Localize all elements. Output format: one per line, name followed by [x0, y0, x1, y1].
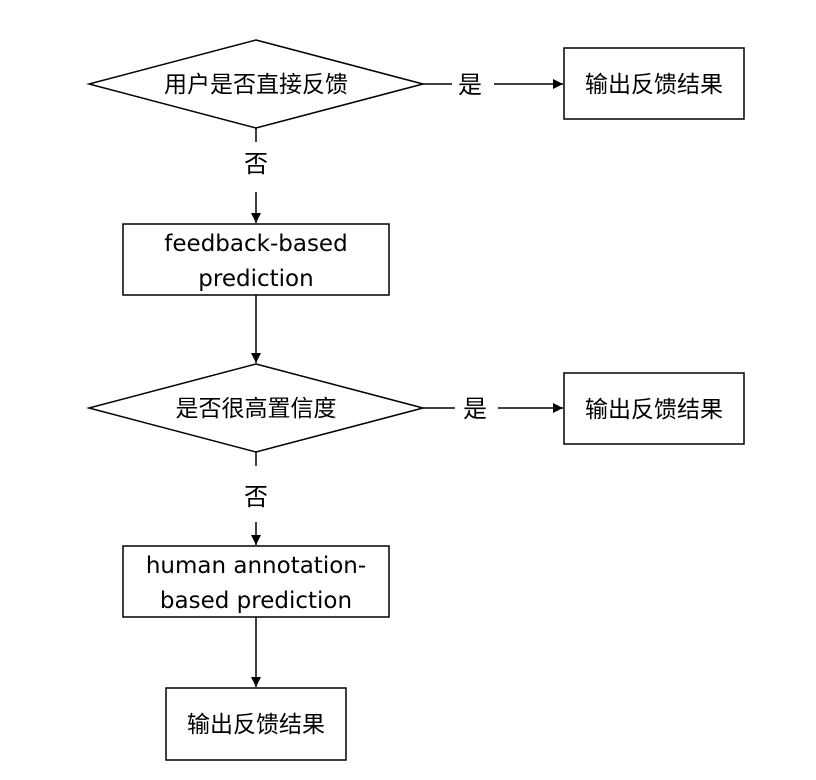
yes-label: 是	[458, 71, 482, 99]
feedback-based-prediction-box: feedback-based prediction	[122, 223, 390, 296]
flowchart-diagram: 用户是否直接反馈 是 输出反馈结果 否 feedback-based predi…	[86, 39, 745, 761]
decision-label: 是否很高置信度	[176, 396, 337, 422]
output-result-box: 输出反馈结果	[563, 372, 745, 445]
process-label-line-1: feedback-based	[164, 231, 347, 257]
process-label-line-2: based prediction	[160, 588, 352, 614]
decision-direct-feedback: 用户是否直接反馈	[86, 39, 426, 129]
output-result-box: 输出反馈结果	[165, 687, 347, 761]
process-label-line-2: prediction	[198, 266, 313, 292]
human-annotation-prediction-box: human annotation- based prediction	[122, 545, 390, 618]
output-result-box: 输出反馈结果	[563, 47, 745, 120]
output-label: 输出反馈结果	[585, 72, 723, 98]
output-label: 输出反馈结果	[585, 397, 723, 423]
no-label: 否	[244, 483, 268, 511]
decision-label: 用户是否直接反馈	[164, 72, 348, 98]
process-label-line-1: human annotation-	[146, 553, 366, 579]
decision-high-confidence: 是否很高置信度	[86, 363, 426, 453]
output-label: 输出反馈结果	[187, 712, 325, 738]
yes-label: 是	[463, 395, 487, 423]
no-label: 否	[244, 150, 268, 178]
